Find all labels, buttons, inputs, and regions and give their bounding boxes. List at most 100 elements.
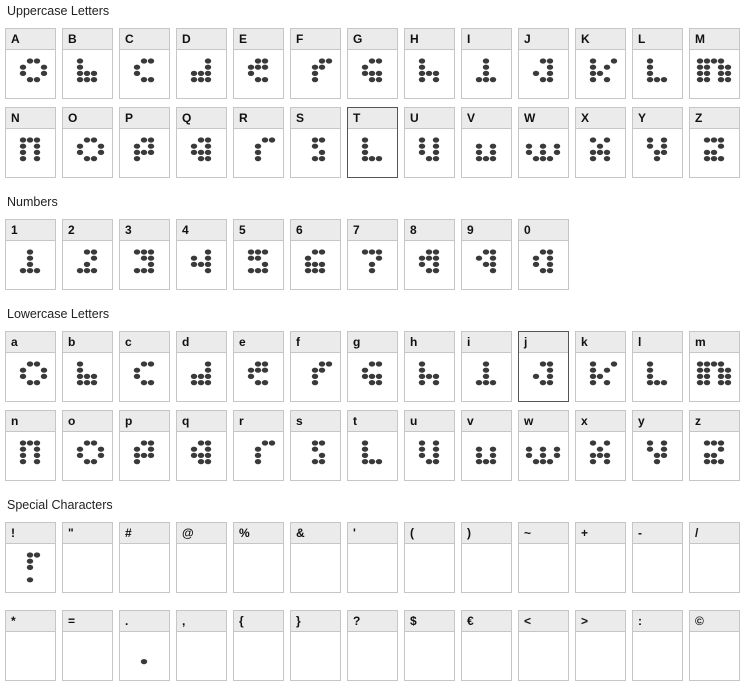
glyph-cell-uppercase-0-3[interactable]: D <box>176 28 227 99</box>
glyph-cell-lowercase-1-7[interactable]: u <box>404 410 455 481</box>
glyph-cell-uppercase-0-5[interactable]: F <box>290 28 341 99</box>
glyph-cell-special-0-10[interactable]: + <box>575 522 626 593</box>
glyph-cell-lowercase-1-10[interactable]: x <box>575 410 626 481</box>
glyph-cell-lowercase-1-6[interactable]: t <box>347 410 398 481</box>
glyph-cell-lowercase-1-9[interactable]: w <box>518 410 569 481</box>
glyph-cell-lowercase-1-1[interactable]: o <box>62 410 113 481</box>
glyph-cell-uppercase-1-7[interactable]: U <box>404 107 455 178</box>
glyph-preview <box>63 50 112 98</box>
glyph-cell-special-1-10[interactable]: > <box>575 610 626 681</box>
glyph-cell-lowercase-0-5[interactable]: f <box>290 331 341 402</box>
glyph-cell-uppercase-1-11[interactable]: Y <box>632 107 683 178</box>
glyph-cell-lowercase-0-2[interactable]: c <box>119 331 170 402</box>
glyph-cell-lowercase-0-6[interactable]: g <box>347 331 398 402</box>
glyph-cell-uppercase-1-9[interactable]: W <box>518 107 569 178</box>
glyph-cell-lowercase-1-8[interactable]: v <box>461 410 512 481</box>
glyph-cell-uppercase-1-2[interactable]: P <box>119 107 170 178</box>
glyph-cell-numbers-0-3[interactable]: 4 <box>176 219 227 290</box>
glyph-cell-lowercase-1-11[interactable]: y <box>632 410 683 481</box>
glyph-cell-special-1-3[interactable]: , <box>176 610 227 681</box>
glyph-cell-special-1-11[interactable]: : <box>632 610 683 681</box>
glyph-cell-special-0-4[interactable]: % <box>233 522 284 593</box>
glyph-dot <box>90 137 98 143</box>
glyph-cell-uppercase-1-0[interactable]: N <box>5 107 56 178</box>
glyph-cell-uppercase-1-8[interactable]: V <box>461 107 512 178</box>
glyph-cell-special-0-9[interactable]: ~ <box>518 522 569 593</box>
glyph-cell-special-1-2[interactable]: . <box>119 610 170 681</box>
glyph-cell-special-1-5[interactable]: } <box>290 610 341 681</box>
glyph-cell-special-1-4[interactable]: { <box>233 610 284 681</box>
glyph-cell-special-1-9[interactable]: < <box>518 610 569 681</box>
glyph-cell-special-0-7[interactable]: ( <box>404 522 455 593</box>
glyph-cell-uppercase-0-4[interactable]: E <box>233 28 284 99</box>
glyph-preview <box>519 353 568 401</box>
glyph-cell-special-0-8[interactable]: ) <box>461 522 512 593</box>
glyph-cell-lowercase-0-9[interactable]: j <box>518 331 569 402</box>
glyph-cell-special-1-12[interactable]: © <box>689 610 740 681</box>
glyph-cell-uppercase-0-8[interactable]: I <box>461 28 512 99</box>
glyph-cell-numbers-0-8[interactable]: 9 <box>461 219 512 290</box>
glyph-label: K <box>576 29 625 50</box>
glyph-cell-uppercase-1-5[interactable]: S <box>290 107 341 178</box>
glyph-cell-lowercase-0-0[interactable]: a <box>5 331 56 402</box>
glyph-cell-lowercase-1-0[interactable]: n <box>5 410 56 481</box>
glyph-cell-lowercase-0-7[interactable]: h <box>404 331 455 402</box>
glyph-cell-lowercase-1-5[interactable]: s <box>290 410 341 481</box>
glyph-cell-uppercase-0-6[interactable]: G <box>347 28 398 99</box>
glyph-cell-special-0-0[interactable]: ! <box>5 522 56 593</box>
glyph-dot <box>717 361 725 367</box>
glyph-dot <box>361 143 369 149</box>
glyph-cell-lowercase-0-12[interactable]: m <box>689 331 740 402</box>
glyph-cell-lowercase-1-2[interactable]: p <box>119 410 170 481</box>
glyph-cell-special-1-0[interactable]: * <box>5 610 56 681</box>
glyph-cell-lowercase-0-10[interactable]: k <box>575 331 626 402</box>
glyph-cell-special-0-11[interactable]: - <box>632 522 683 593</box>
glyph-cell-lowercase-1-12[interactable]: z <box>689 410 740 481</box>
glyph-cell-special-0-12[interactable]: / <box>689 522 740 593</box>
glyph-cell-numbers-0-0[interactable]: 1 <box>5 219 56 290</box>
glyph-dot <box>646 143 654 149</box>
glyph-cell-uppercase-0-1[interactable]: B <box>62 28 113 99</box>
glyph-cell-lowercase-0-8[interactable]: i <box>461 331 512 402</box>
glyph-cell-uppercase-0-12[interactable]: M <box>689 28 740 99</box>
glyph-cell-uppercase-0-0[interactable]: A <box>5 28 56 99</box>
glyph-label: * <box>6 611 55 632</box>
glyph-label: y <box>633 411 682 432</box>
glyph-cell-lowercase-1-3[interactable]: q <box>176 410 227 481</box>
glyph-label: Z <box>690 108 739 129</box>
glyph-cell-numbers-0-4[interactable]: 5 <box>233 219 284 290</box>
glyph-cell-special-0-2[interactable]: # <box>119 522 170 593</box>
glyph-cell-uppercase-0-2[interactable]: C <box>119 28 170 99</box>
glyph-cell-uppercase-1-1[interactable]: O <box>62 107 113 178</box>
glyph-cell-uppercase-1-12[interactable]: Z <box>689 107 740 178</box>
glyph-cell-uppercase-1-6[interactable]: T <box>347 107 398 178</box>
glyph-cell-numbers-0-7[interactable]: 8 <box>404 219 455 290</box>
glyph-cell-uppercase-0-11[interactable]: L <box>632 28 683 99</box>
glyph-cell-lowercase-0-3[interactable]: d <box>176 331 227 402</box>
glyph-cell-numbers-0-2[interactable]: 3 <box>119 219 170 290</box>
glyph-cell-lowercase-0-1[interactable]: b <box>62 331 113 402</box>
glyph-cell-numbers-0-5[interactable]: 6 <box>290 219 341 290</box>
glyph-cell-uppercase-0-7[interactable]: H <box>404 28 455 99</box>
glyph-cell-special-0-1[interactable]: " <box>62 522 113 593</box>
glyph-cell-special-1-1[interactable]: = <box>62 610 113 681</box>
glyph-cell-lowercase-0-4[interactable]: e <box>233 331 284 402</box>
glyph-cell-special-0-6[interactable]: ' <box>347 522 398 593</box>
glyph-cell-uppercase-1-10[interactable]: X <box>575 107 626 178</box>
glyph-cell-uppercase-1-3[interactable]: Q <box>176 107 227 178</box>
glyph-dot <box>33 446 41 452</box>
glyph-cell-special-0-3[interactable]: @ <box>176 522 227 593</box>
glyph-cell-special-1-7[interactable]: $ <box>404 610 455 681</box>
glyph-cell-numbers-0-6[interactable]: 7 <box>347 219 398 290</box>
glyph-cell-uppercase-0-9[interactable]: J <box>518 28 569 99</box>
glyph-cell-special-1-8[interactable]: € <box>461 610 512 681</box>
glyph-cell-uppercase-0-10[interactable]: K <box>575 28 626 99</box>
glyph-cell-numbers-0-9[interactable]: 0 <box>518 219 569 290</box>
glyph-cell-numbers-0-1[interactable]: 2 <box>62 219 113 290</box>
glyph-cell-special-0-5[interactable]: & <box>290 522 341 593</box>
glyph-cell-lowercase-1-4[interactable]: r <box>233 410 284 481</box>
glyph-preview <box>177 353 226 401</box>
glyph-cell-lowercase-0-11[interactable]: l <box>632 331 683 402</box>
glyph-cell-special-1-6[interactable]: ? <box>347 610 398 681</box>
glyph-cell-uppercase-1-4[interactable]: R <box>233 107 284 178</box>
